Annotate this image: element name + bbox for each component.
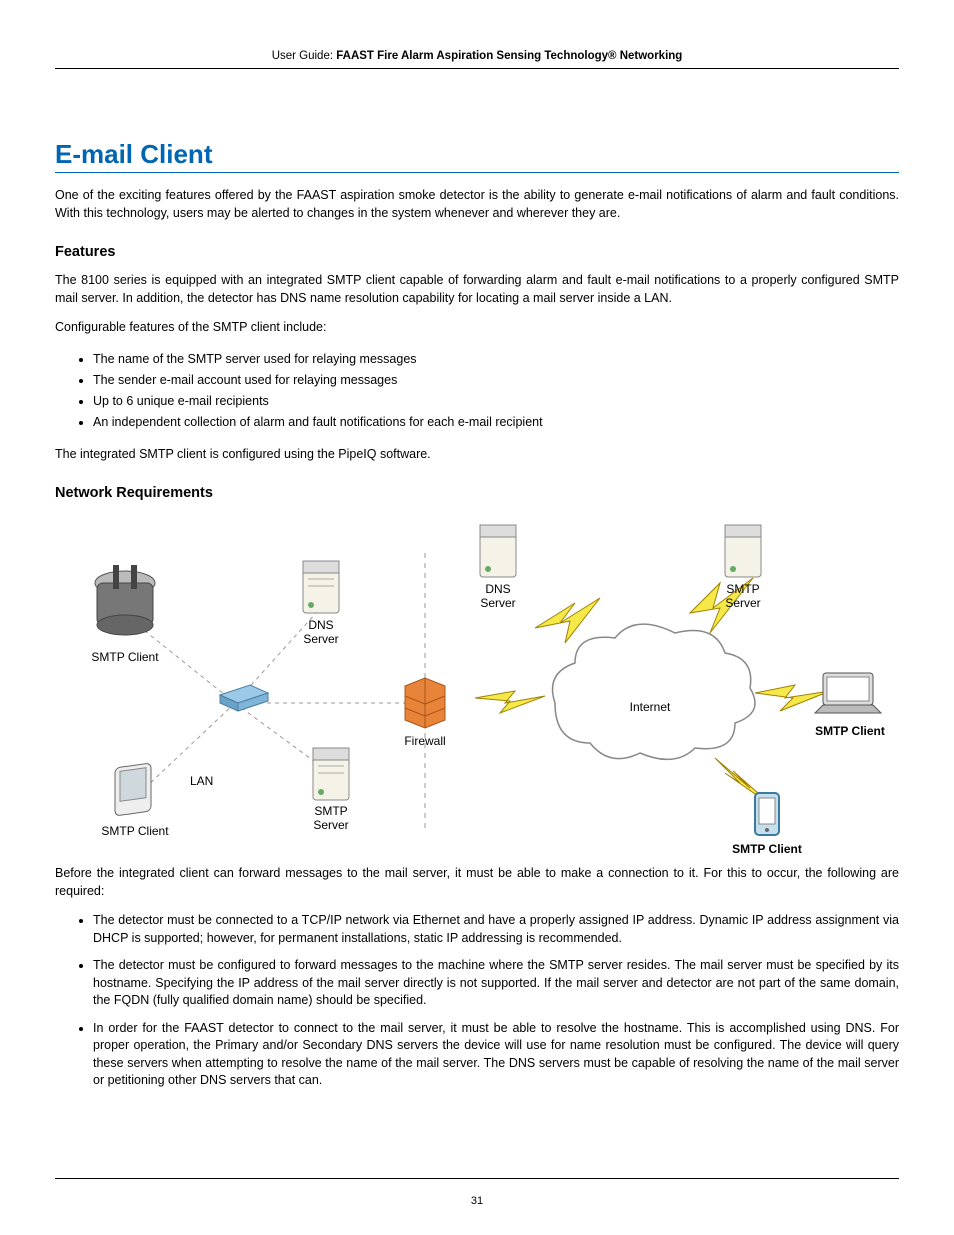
bolt-icon	[755, 685, 830, 711]
list-item: The detector must be configured to forwa…	[93, 957, 899, 1010]
pda-icon	[115, 763, 151, 816]
smtp-client-label: SMTP Client	[91, 650, 159, 664]
list-item: The sender e-mail account used for relay…	[93, 370, 899, 391]
firewall-label: Firewall	[404, 734, 445, 748]
server-icon	[725, 525, 761, 577]
network-bullets: The detector must be connected to a TCP/…	[55, 912, 899, 1090]
list-item: In order for the FAAST detector to conne…	[93, 1020, 899, 1090]
header-rule	[55, 68, 899, 69]
firewall-icon	[405, 678, 445, 728]
list-item: An independent collection of alarm and f…	[93, 412, 899, 433]
features-p2: Configurable features of the SMTP client…	[55, 319, 899, 337]
network-heading: Network Requirements	[55, 485, 899, 501]
list-item: The name of the SMTP server used for rel…	[93, 349, 899, 370]
phone-icon	[755, 793, 779, 835]
server-icon	[313, 748, 349, 800]
document-page: User Guide: FAAST Fire Alarm Aspiration …	[0, 0, 954, 1235]
dns-server-label: DNSServer	[480, 582, 515, 610]
bolt-icon	[535, 598, 600, 643]
features-heading: Features	[55, 244, 899, 260]
running-header: User Guide: FAAST Fire Alarm Aspiration …	[55, 50, 899, 68]
list-item: The detector must be connected to a TCP/…	[93, 912, 899, 947]
smtp-server-label: SMTPServer	[313, 804, 348, 832]
features-p1: The 8100 series is equipped with an inte…	[55, 272, 899, 307]
smtp-client-label: SMTP Client	[815, 724, 885, 738]
lan-label: LAN	[190, 774, 213, 788]
features-bullets: The name of the SMTP server used for rel…	[55, 349, 899, 434]
laptop-icon	[815, 673, 881, 713]
diagram-svg: Internet SMTP Client	[55, 513, 899, 853]
dns-server-label: DNSServer	[303, 618, 338, 646]
header-prefix: User Guide:	[272, 50, 337, 62]
network-p1: Before the integrated client can forward…	[55, 865, 899, 900]
lan-lines-icon	[135, 603, 415, 788]
page-title: E-mail Client	[55, 139, 899, 173]
switch-icon	[220, 685, 268, 711]
server-icon	[303, 561, 339, 613]
server-icon	[480, 525, 516, 577]
intro-paragraph: One of the exciting features offered by …	[55, 187, 899, 222]
footer-rule	[55, 1178, 899, 1179]
smtp-server-label: SMTPServer	[725, 582, 760, 610]
smtp-client-label: SMTP Client	[732, 842, 802, 853]
page-number: 31	[0, 1195, 954, 1207]
detector-icon	[95, 565, 155, 635]
smtp-client-label: SMTP Client	[101, 824, 169, 838]
features-p3: The integrated SMTP client is configured…	[55, 446, 899, 464]
bolt-icon	[475, 691, 545, 713]
header-title: FAAST Fire Alarm Aspiration Sensing Tech…	[336, 50, 682, 62]
list-item: Up to 6 unique e-mail recipients	[93, 391, 899, 412]
internet-cloud-icon: Internet	[553, 624, 756, 759]
network-diagram: Internet SMTP Client	[55, 513, 899, 853]
internet-label: Internet	[630, 700, 671, 714]
